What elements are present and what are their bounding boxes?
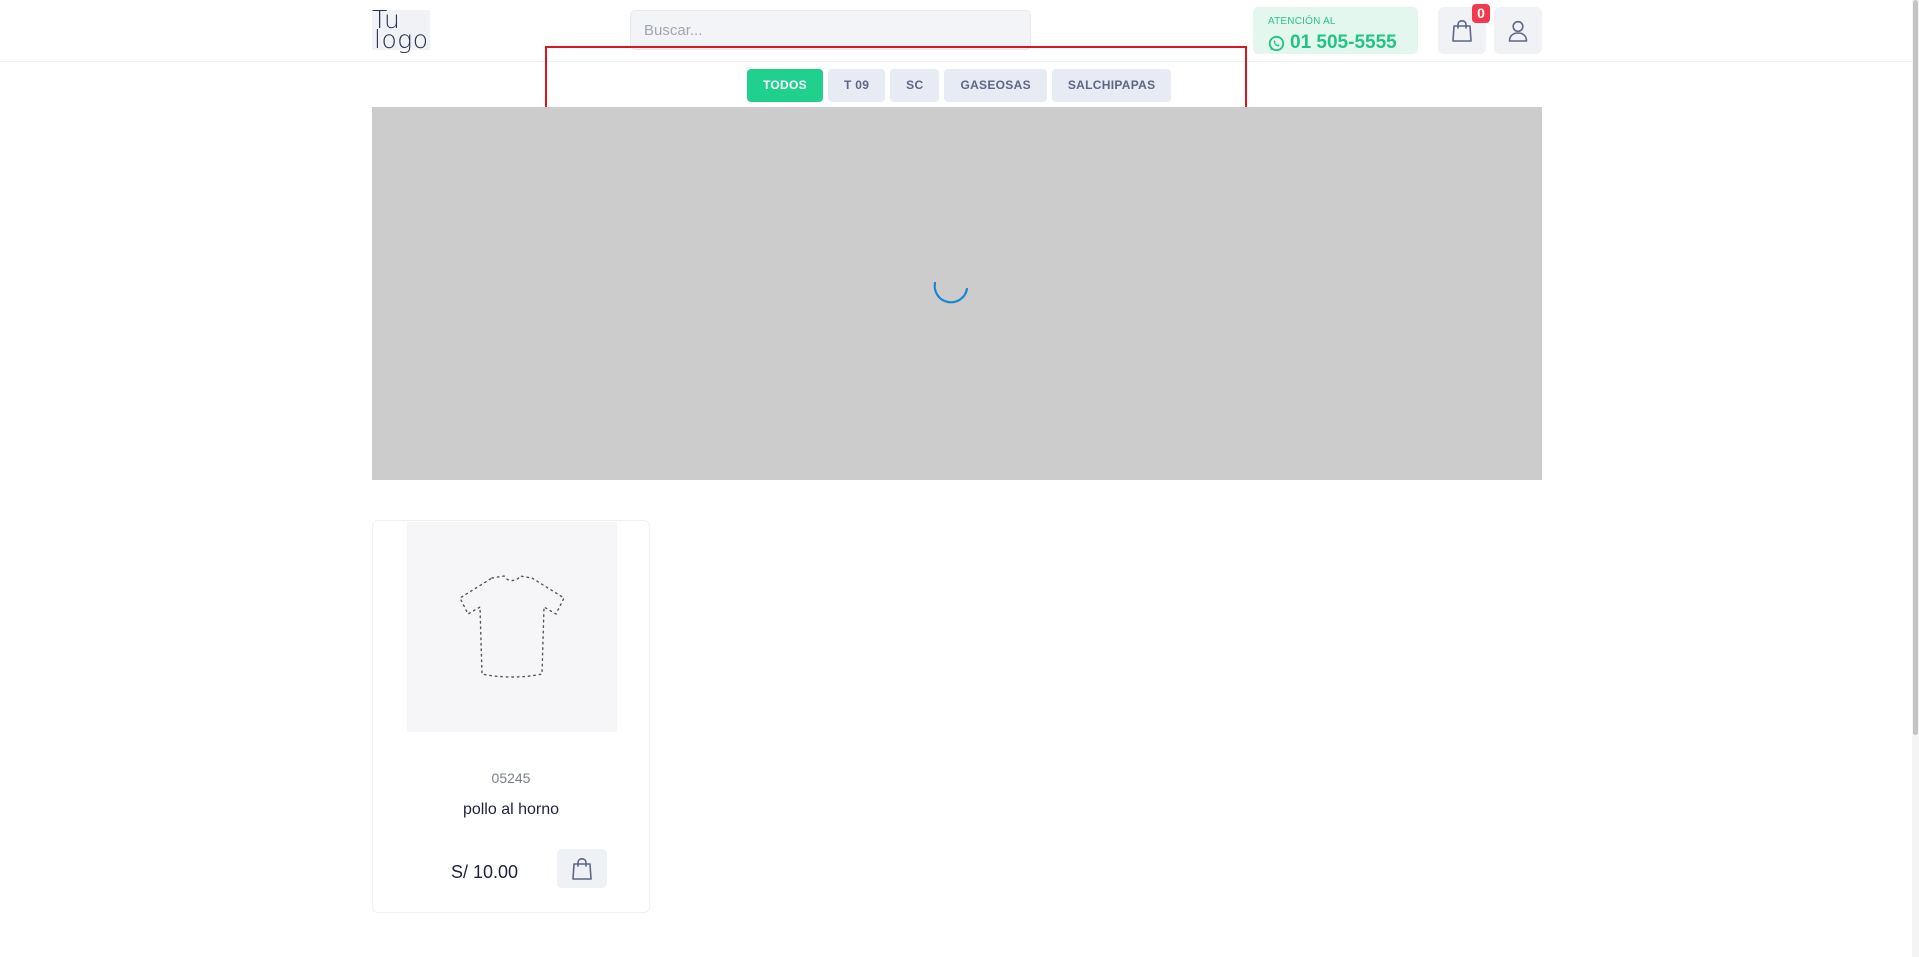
category-tabs: TODOS T 09 SC GASEOSAS SALCHIPAPAS — [747, 69, 1172, 102]
product-card[interactable]: 05245 pollo al horno S/ 10.00 — [372, 520, 650, 913]
phone-number-row: 01 505-5555 — [1268, 32, 1397, 54]
user-account-button[interactable] — [1494, 7, 1542, 54]
shopping-bag-icon — [1452, 19, 1472, 42]
logo-text: Tu logo — [372, 7, 429, 54]
loading-spinner-icon — [933, 281, 969, 304]
user-icon — [1508, 20, 1528, 42]
contact-phone-box[interactable]: ATENCIÓN AL 01 505-5555 — [1253, 7, 1418, 54]
search-box[interactable] — [630, 10, 1031, 50]
tab-t09[interactable]: T 09 — [827, 69, 886, 102]
tab-todos[interactable]: TODOS — [747, 69, 823, 102]
attention-label: ATENCIÓN AL — [1268, 16, 1336, 27]
product-price: S/ 10.00 — [451, 862, 519, 882]
tab-gaseosas[interactable]: GASEOSAS — [944, 69, 1047, 102]
cart-count-badge: 0 — [1472, 4, 1490, 23]
search-input[interactable] — [631, 11, 1030, 49]
product-sku: 05245 — [491, 770, 531, 786]
site-logo[interactable]: Tu logo — [372, 7, 430, 54]
tab-salchipapas[interactable]: SALCHIPAPAS — [1051, 69, 1172, 102]
phone-number: 01 505-5555 — [1290, 32, 1397, 53]
whatsapp-icon — [1268, 35, 1285, 51]
page-scrollbar-thumb[interactable] — [1913, 0, 1918, 735]
tshirt-placeholder-icon — [459, 575, 565, 678]
hero-banner — [372, 107, 1542, 480]
product-name[interactable]: pollo al horno — [373, 801, 649, 819]
add-to-cart-button[interactable] — [557, 849, 607, 888]
logo-line-2: logo — [374, 25, 429, 54]
tab-sc[interactable]: SC — [890, 69, 940, 102]
product-image[interactable] — [407, 522, 617, 732]
shopping-bag-icon — [572, 857, 592, 880]
